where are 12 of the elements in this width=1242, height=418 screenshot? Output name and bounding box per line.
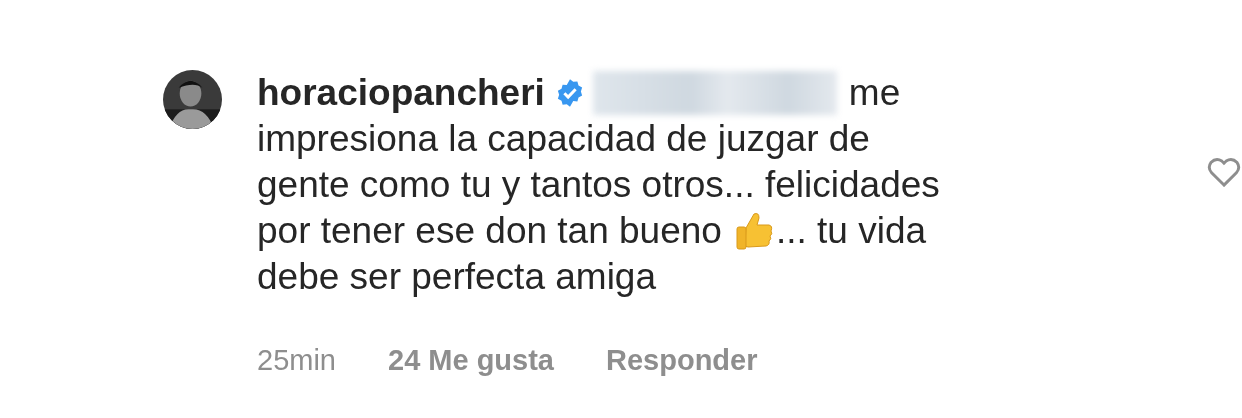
thumbs-up-icon [733, 210, 774, 252]
like-heart-icon[interactable] [1206, 156, 1242, 188]
comment-text: ... tu vida [775, 210, 927, 252]
reply-button[interactable]: Responder [606, 344, 758, 377]
likes-count-link[interactable]: 24 Me gusta [388, 344, 554, 377]
comment-text: por tener ese don tan bueno [257, 210, 722, 252]
username-link[interactable]: horaciopancheri [257, 72, 545, 114]
comment-text: debe ser perfecta amiga [257, 256, 656, 298]
comment-time: 25min [257, 344, 336, 377]
comment-text: gente como tu y tantos otros... felicidades [257, 164, 940, 206]
comment-text: impresiona la capacidad de juzgar de [257, 118, 870, 160]
comment-text: me [848, 72, 901, 114]
